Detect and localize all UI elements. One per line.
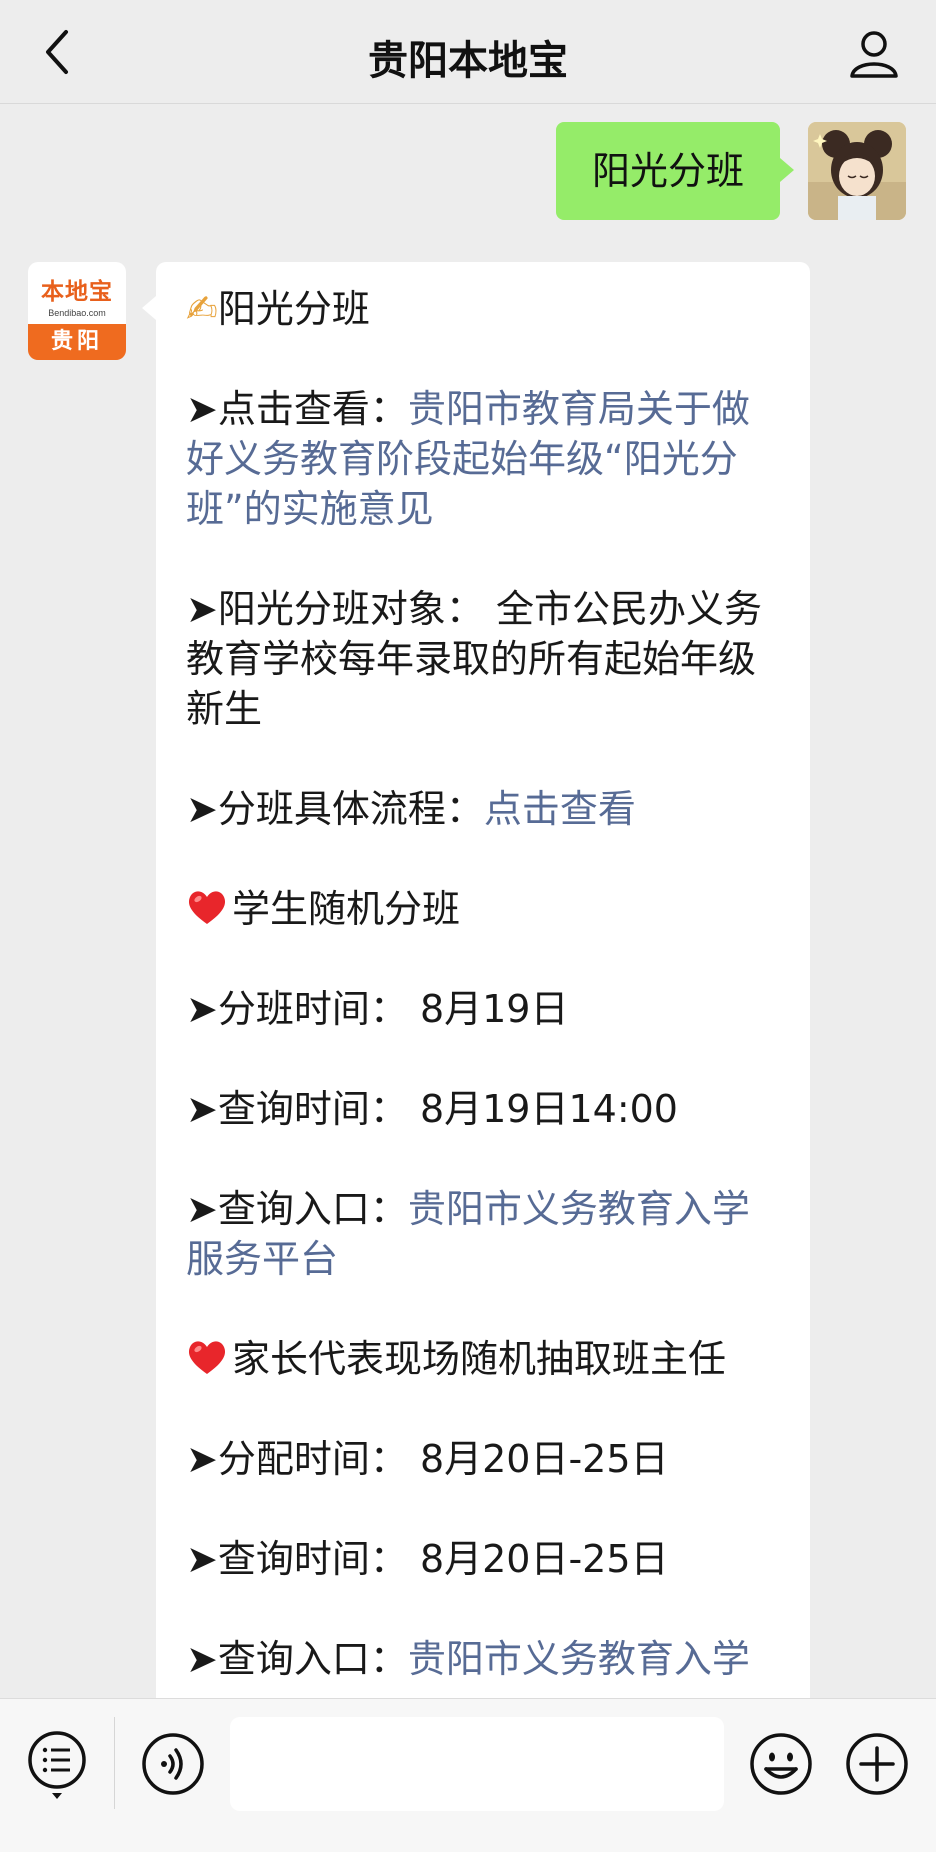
section-heading-text: 学生随机分班 [232,887,461,931]
reply-message-bubble[interactable]: ✍阳光分班 ➤点击查看：贵阳市教育局关于做好义务教育阶段起始年级“阳光分班”的实… [142,262,810,1698]
page-title: 贵阳本地宝 [368,38,568,84]
item-label: ➤查询时间： [186,1087,408,1131]
logo-top: 本地宝 Bendibao.com [28,262,126,324]
item-value: 8月20日-25日 [419,1537,669,1581]
section-heading-text: 家长代表现场随机抽取班主任 [232,1337,727,1381]
item-label: ➤查询时间： [186,1537,408,1581]
logo-brand-text: 本地宝 [41,278,113,305]
person-icon[interactable] [846,26,902,82]
reply-item-query-entry-2: ➤查询入口：贵阳市义务教育入学 [186,1634,782,1684]
item-label: ➤点击查看： [186,387,408,431]
item-value: 8月20日-25日 [419,1437,669,1481]
reply-item-assign-time: ➤分配时间： 8月20日-25日 [186,1434,782,1484]
reply-item-query-time-2: ➤查询时间： 8月20日-25日 [186,1534,782,1584]
logo-city-text: 贵阳 [28,324,126,360]
plus-icon[interactable] [844,1731,910,1797]
sent-message-bubble[interactable]: 阳光分班 [556,122,794,220]
reply-heading: ✍阳光分班 [186,284,782,334]
official-account-avatar[interactable]: 本地宝 Bendibao.com 贵阳 [28,262,126,360]
writing-hand-icon: ✍ [186,287,218,331]
menu-list-icon[interactable] [26,1729,88,1801]
user-avatar[interactable] [808,122,906,220]
reply-item-target: ➤阳光分班对象： 全市公民办义务教育学校每年录取的所有起始年级新生 [186,584,782,734]
voice-icon[interactable] [140,1731,206,1797]
enrollment-platform-link-2[interactable]: 贵阳市义务教育入学 [408,1637,750,1681]
process-link[interactable]: 点击查看 [484,787,636,831]
item-label: ➤分班具体流程： [186,787,484,831]
item-label: ➤查询入口： [186,1187,408,1231]
heart-icon [188,1341,226,1374]
section-heading-random-class: 学生随机分班 [186,884,782,934]
input-toolbar [0,1698,936,1852]
item-label: ➤阳光分班对象： [186,587,484,631]
toolbar-divider [114,1717,115,1809]
item-label: ➤查询入口： [186,1637,408,1681]
reply-item-query-entry: ➤查询入口：贵阳市义务教育入学服务平台 [186,1184,782,1284]
chat-area[interactable]: 阳光分班 本地宝 Bendibao.com 贵阳 ✍阳光分班 ➤点击查看：贵阳市… [0,104,936,1698]
reply-item-policy: ➤点击查看：贵阳市教育局关于做好义务教育阶段起始年级“阳光分班”的实施意见 [186,384,782,534]
item-label: ➤分班时间： [186,987,408,1031]
heart-icon [188,891,226,924]
message-input[interactable] [230,1717,724,1811]
reply-item-process: ➤分班具体流程：点击查看 [186,784,782,834]
logo-domain-text: Bendibao.com [48,308,106,318]
user-avatar-image [808,122,906,220]
item-value: 8月19日14:00 [419,1087,678,1131]
item-value: 8月19日 [419,987,569,1031]
emoji-icon[interactable] [748,1731,814,1797]
item-label: ➤分配时间： [186,1437,408,1481]
section-heading-teacher-draw: 家长代表现场随机抽取班主任 [186,1334,782,1384]
reply-item-class-time: ➤分班时间： 8月19日 [186,984,782,1034]
reply-heading-text: 阳光分班 [217,287,370,331]
reply-item-query-time: ➤查询时间： 8月19日14:00 [186,1084,782,1134]
navigation-bar: 贵阳本地宝 [0,0,936,104]
